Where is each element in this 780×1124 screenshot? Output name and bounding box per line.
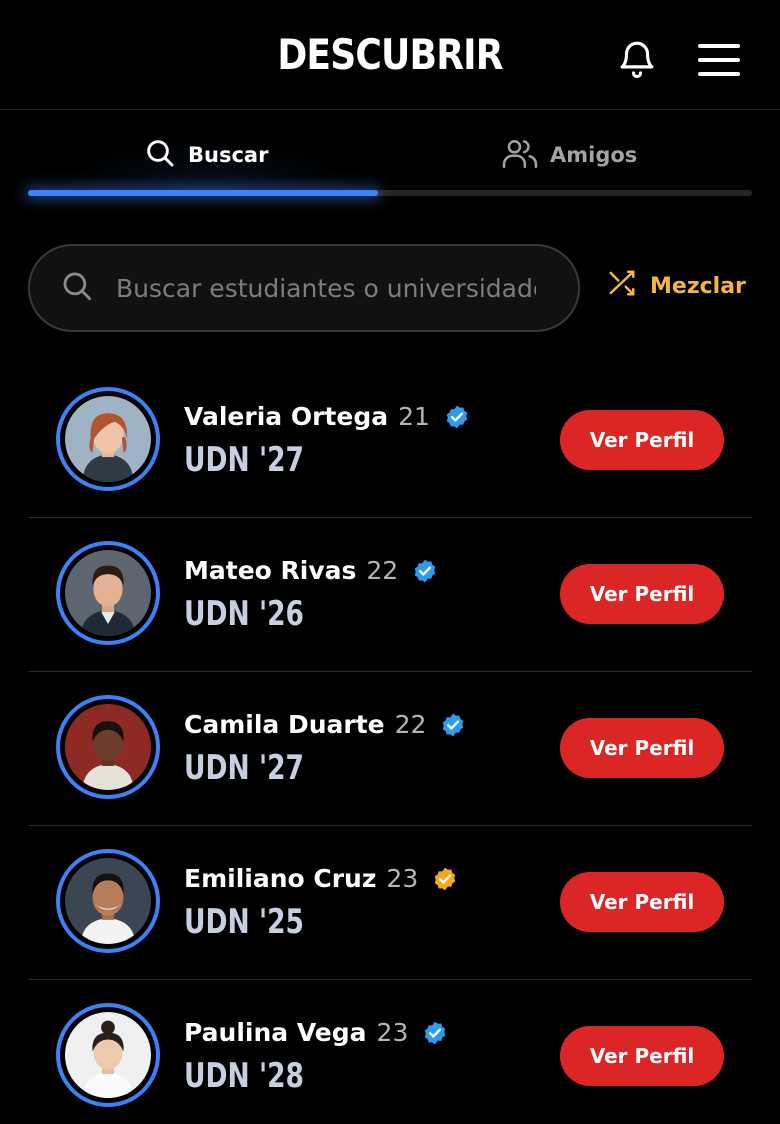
student-list: Valeria Ortega 21 UDN '27 Ver Perfil Mat…: [28, 364, 752, 1124]
student-name: Valeria Ortega: [184, 402, 389, 431]
student-age: 23: [376, 1018, 409, 1047]
student-school: UDN '26: [184, 594, 305, 634]
avatar[interactable]: [56, 1003, 160, 1107]
tab-buscar[interactable]: Buscar: [144, 120, 268, 190]
verified-badge-icon: [422, 1020, 448, 1046]
view-profile-button[interactable]: Ver Perfil: [560, 872, 724, 932]
view-profile-button[interactable]: Ver Perfil: [560, 1026, 724, 1086]
student-school: UDN '25: [184, 902, 305, 942]
student-school: UDN '28: [184, 1056, 305, 1096]
verified-badge-icon: [440, 712, 466, 738]
tab-bar: Buscar Amigos: [28, 120, 752, 196]
verified-badge-icon: [412, 558, 438, 584]
student-age: 23: [386, 864, 419, 893]
view-profile-button[interactable]: Ver Perfil: [560, 564, 724, 624]
shuffle-button[interactable]: Mezclar: [606, 268, 746, 304]
users-icon: [502, 136, 538, 175]
avatar[interactable]: [56, 541, 160, 645]
avatar[interactable]: [56, 387, 160, 491]
tab-active-indicator: [28, 190, 378, 196]
student-name: Paulina Vega: [184, 1018, 367, 1047]
student-name: Mateo Rivas: [184, 556, 357, 585]
student-row: Valeria Ortega 21 UDN '27 Ver Perfil: [28, 364, 752, 518]
avatar[interactable]: [56, 695, 160, 799]
tab-amigos-label: Amigos: [550, 143, 638, 167]
student-row: Camila Duarte 22 UDN '27 Ver Perfil: [28, 672, 752, 826]
student-school: UDN '27: [184, 748, 305, 788]
search-icon: [60, 269, 94, 307]
student-row: Emiliano Cruz 23 UDN '25 Ver Perfil: [28, 826, 752, 980]
student-school: UDN '27: [184, 440, 305, 480]
search-box[interactable]: [28, 244, 580, 332]
tab-buscar-label: Buscar: [188, 143, 269, 167]
student-name: Camila Duarte: [184, 710, 385, 739]
shuffle-icon: [606, 268, 638, 304]
student-name: Emiliano Cruz: [184, 864, 377, 893]
view-profile-button[interactable]: Ver Perfil: [560, 718, 724, 778]
hamburger-menu-icon[interactable]: [696, 40, 742, 80]
student-row: Mateo Rivas 22 UDN '26 Ver Perfil: [28, 518, 752, 672]
verified-badge-icon: [444, 404, 470, 430]
student-age: 22: [366, 556, 399, 585]
search-icon: [144, 137, 176, 174]
student-row: Paulina Vega 23 UDN '28 Ver Perfil: [28, 980, 752, 1124]
top-bar: DESCUBRIR: [0, 0, 780, 110]
student-age: 21: [398, 402, 430, 431]
shuffle-label: Mezclar: [650, 273, 746, 299]
tab-amigos[interactable]: Amigos: [502, 120, 637, 190]
verified-badge-icon: [432, 866, 458, 892]
search-input[interactable]: [116, 273, 536, 303]
avatar[interactable]: [56, 849, 160, 953]
bell-icon[interactable]: [616, 38, 658, 80]
student-age: 22: [394, 710, 427, 739]
view-profile-button[interactable]: Ver Perfil: [560, 410, 724, 470]
